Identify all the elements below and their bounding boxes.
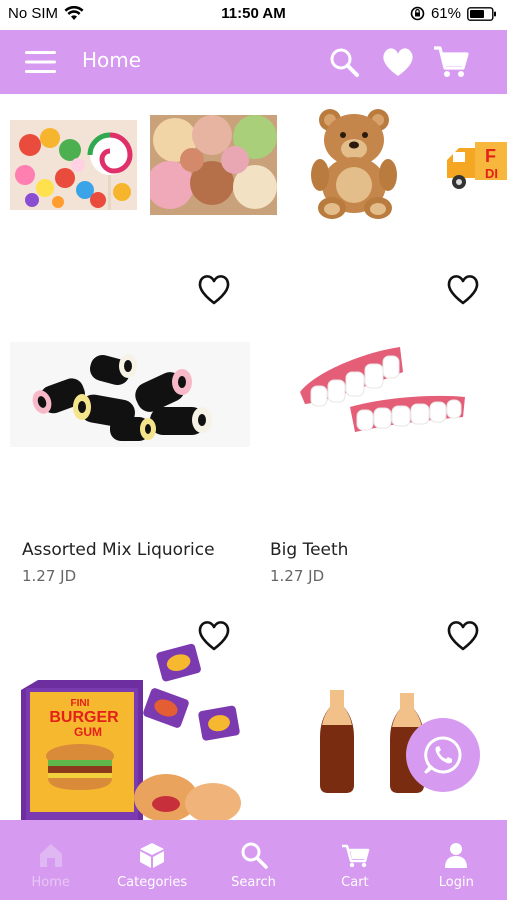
nav-categories[interactable]: Categories (101, 820, 202, 900)
nav-label: Home (31, 875, 70, 890)
orientation-lock-icon (410, 6, 425, 21)
nav-login[interactable]: Login (406, 820, 507, 900)
cart-icon (434, 46, 469, 77)
category-ice-cream[interactable] (150, 115, 277, 215)
product-card-cola-bottles[interactable] (250, 610, 500, 820)
heart-icon (383, 48, 413, 76)
whatsapp-button[interactable] (406, 718, 480, 792)
category-candy[interactable] (10, 120, 137, 210)
product-image-liquorice (10, 342, 250, 447)
status-right: 61% (410, 5, 497, 22)
product-card-big-teeth[interactable]: Big Teeth 1.27 JD (250, 262, 500, 592)
user-icon (445, 843, 468, 868)
nav-search[interactable]: Search (203, 820, 304, 900)
category-strip[interactable]: F DI (0, 95, 507, 235)
delivery-truck-image: F DI (445, 130, 507, 200)
bottom-navigation: Home Categories Search Cart Login (0, 820, 507, 900)
svg-text:DI: DI (485, 166, 498, 181)
teddy-bear-image (300, 105, 410, 225)
product-name: Assorted Mix Liquorice (22, 540, 215, 560)
product-card-liquorice[interactable]: Assorted Mix Liquorice 1.27 JD (0, 262, 250, 592)
favorite-button[interactable] (445, 272, 481, 306)
search-icon (241, 842, 268, 869)
box-text-burger: BURGER (49, 709, 119, 726)
nav-label: Categories (117, 875, 188, 890)
nav-label: Search (231, 875, 276, 890)
whatsapp-icon (424, 736, 462, 774)
categories-icon (140, 843, 165, 868)
candy-image (10, 120, 137, 210)
heart-outline-icon (447, 275, 479, 305)
carrier-label: No SIM (8, 5, 59, 22)
battery-icon (467, 6, 496, 21)
search-icon (330, 48, 359, 77)
product-image-big-teeth (300, 347, 465, 432)
nav-home[interactable]: Home (0, 820, 101, 900)
status-bar: No SIM 11:50 AM 61% (0, 0, 507, 30)
hamburger-icon (25, 51, 56, 73)
nav-label: Cart (341, 875, 369, 890)
cart-button[interactable] (432, 44, 469, 80)
cart-icon (341, 844, 370, 868)
category-teddy-bear[interactable] (300, 105, 410, 225)
category-delivery[interactable]: F DI (445, 130, 507, 200)
product-name: Big Teeth (270, 540, 349, 560)
app-header: Home (0, 30, 507, 94)
favorite-button[interactable] (196, 272, 232, 306)
search-button[interactable] (326, 44, 362, 80)
product-price: 1.27 JD (22, 567, 77, 585)
product-image-burger-gum: FINI BURGER GUM (21, 643, 241, 820)
favorites-button[interactable] (380, 44, 416, 80)
product-price: 1.27 JD (270, 567, 325, 585)
svg-text:F: F (485, 146, 496, 166)
heart-outline-icon (198, 275, 230, 305)
status-left: No SIM (8, 5, 84, 22)
nav-label: Login (438, 875, 474, 890)
box-text-gum: GUM (74, 725, 102, 739)
menu-button[interactable] (24, 48, 58, 76)
heart-outline-icon (447, 621, 479, 651)
product-card-burger-gum[interactable]: FINI BURGER GUM (0, 610, 250, 820)
page-title: Home (82, 48, 142, 72)
nav-cart[interactable]: Cart (304, 820, 405, 900)
home-icon (39, 844, 62, 867)
favorite-button[interactable] (445, 618, 481, 652)
box-text-fini: FINI (71, 698, 90, 709)
wifi-icon (64, 6, 84, 20)
battery-percent: 61% (430, 5, 461, 22)
ice-cream-image (150, 115, 277, 215)
